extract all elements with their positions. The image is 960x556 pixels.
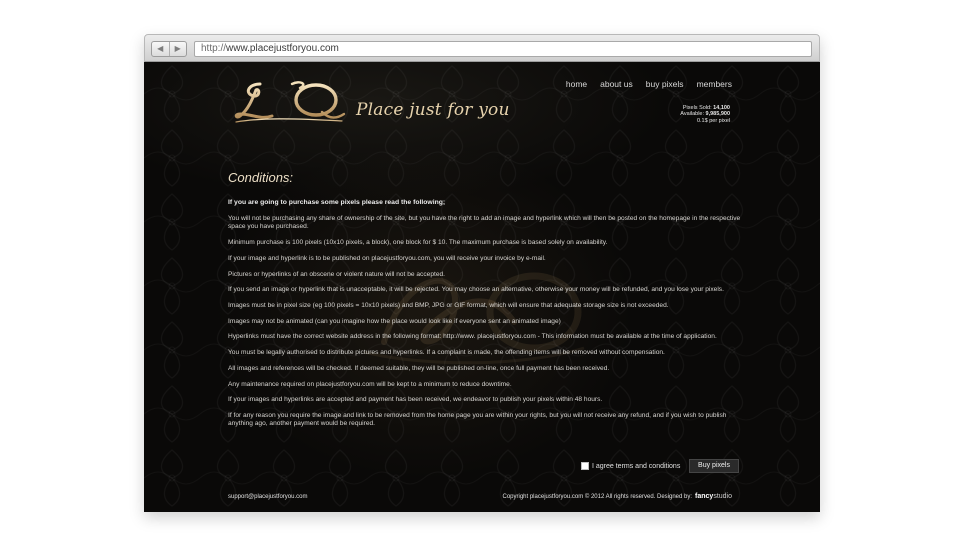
condition-item: If you send an image or hyperlink that i… [228, 286, 724, 294]
url-host: www.placejustforyou.com [226, 43, 339, 54]
back-arrow-icon[interactable]: ◀ [152, 42, 169, 56]
nav-home[interactable]: home [566, 79, 587, 89]
condition-item: Hyperlinks must have the correct website… [228, 333, 717, 341]
pixel-stats: Pixels Sold: 14,100 Available: 9,985,900… [680, 105, 730, 124]
checkbox-icon[interactable] [581, 462, 589, 470]
copyright: Copyright placejustforyou.com © 2012 All… [503, 493, 733, 500]
support-email-link[interactable]: support@placejustforyou.com [228, 494, 307, 500]
condition-item: If your images and hyperlinks are accept… [228, 396, 603, 404]
stat-price: 0.1$ per pixel [696, 117, 730, 124]
main-nav: home about us buy pixels members [566, 79, 732, 89]
designer-brand-bold: fancy [695, 493, 714, 500]
forward-arrow-icon[interactable]: ▶ [168, 42, 187, 56]
site-name: Place just for you [356, 100, 510, 120]
condition-item: Images must be in pixel size (eg 100 pix… [228, 301, 669, 309]
browser-nav-buttons: ◀ ▶ [151, 41, 187, 57]
nav-about-us[interactable]: about us [600, 79, 633, 89]
site-logo-monogram[interactable] [230, 76, 348, 124]
designer-credit-link[interactable]: fancystudio [695, 493, 732, 500]
address-bar[interactable]: http://www.placejustforyou.com [194, 41, 812, 57]
agree-terms[interactable]: I agree terms and conditions [581, 462, 680, 470]
browser-window: ◀ ▶ http://www.placejustforyou.com Place… [144, 34, 820, 512]
page-title: Conditions: [228, 170, 294, 185]
condition-item: If for any reason you require the image … [228, 412, 727, 428]
condition-item: Images may not be animated (can you imag… [228, 317, 561, 325]
web-page: Place just for you home about us buy pix… [144, 62, 820, 512]
agree-terms-label: I agree terms and conditions [592, 462, 681, 470]
nav-buy-pixels[interactable]: buy pixels [646, 79, 684, 89]
condition-item: Pictures or hyperlinks of an obscene or … [228, 270, 445, 278]
condition-item: You must be legally authorised to distri… [228, 349, 665, 357]
conditions-list: You will not be purchasing any share of … [228, 215, 744, 436]
buy-pixels-button[interactable]: Buy pixels [689, 459, 739, 473]
condition-item: If your image and hyperlink is to be pub… [228, 254, 546, 262]
condition-item: Any maintenance required on placejustfor… [228, 380, 512, 388]
url-scheme: http:// [201, 43, 227, 54]
browser-toolbar: ◀ ▶ http://www.placejustforyou.com [144, 34, 820, 62]
condition-item: Minimum purchase is 100 pixels (10x10 pi… [228, 239, 608, 247]
condition-item: All images and references will be checke… [228, 364, 610, 372]
conditions-intro: If you are going to purchase some pixels… [228, 199, 446, 206]
copyright-text: Copyright placejustforyou.com © 2012 All… [502, 494, 693, 500]
nav-members[interactable]: members [697, 79, 732, 89]
designer-brand-light: studio [713, 493, 732, 500]
condition-item: You will not be purchasing any share of … [228, 215, 741, 231]
